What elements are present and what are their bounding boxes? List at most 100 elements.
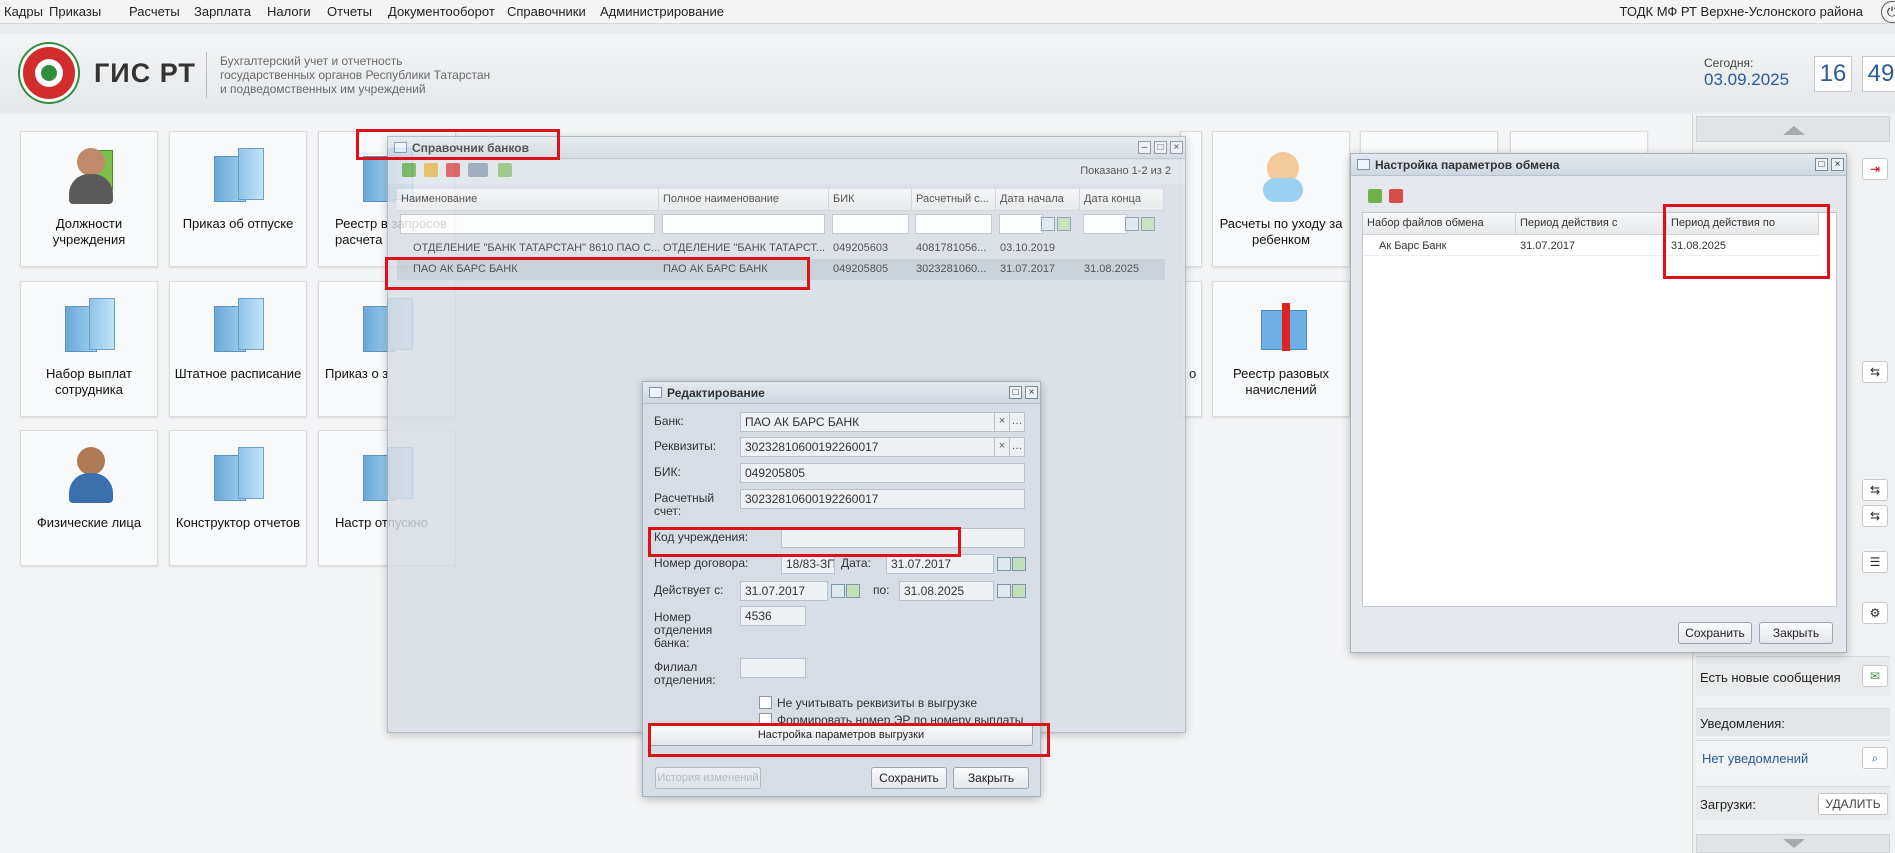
scroll-up-button[interactable] bbox=[1696, 116, 1890, 142]
menu-item-docflow[interactable]: Документооборот bbox=[388, 4, 495, 19]
message-icon[interactable]: ✉ bbox=[1862, 665, 1888, 687]
menu-item-orders[interactable]: Приказы bbox=[49, 4, 101, 19]
export-icon[interactable]: ⇆ bbox=[1862, 505, 1888, 527]
menu-item-taxes[interactable]: Налоги bbox=[267, 4, 311, 19]
clear-icon[interactable]: × bbox=[994, 437, 1010, 457]
valid-from-field[interactable]: 31.07.2017 bbox=[740, 581, 828, 601]
column-header-full-name[interactable]: Полное наименование bbox=[659, 189, 829, 211]
calendar-icon[interactable] bbox=[997, 584, 1011, 598]
delete-icon[interactable] bbox=[1389, 189, 1403, 203]
logout-icon[interactable]: ⇥ bbox=[1862, 158, 1888, 180]
edit-icon[interactable] bbox=[424, 163, 438, 177]
history-button[interactable]: История изменений bbox=[655, 767, 761, 789]
filter-bik-input[interactable] bbox=[832, 214, 909, 234]
minimize-icon[interactable]: – bbox=[1138, 141, 1151, 154]
tile-childcare[interactable]: Расчеты по уходу за ребенком bbox=[1212, 131, 1350, 267]
save-button[interactable]: Сохранить bbox=[871, 767, 947, 789]
column-header-file-set[interactable]: Набор файлов обмена bbox=[1363, 213, 1516, 235]
close-icon[interactable]: × bbox=[1025, 386, 1038, 399]
filter-start-date-input[interactable] bbox=[999, 214, 1043, 234]
column-header-start-date[interactable]: Дата начала bbox=[996, 189, 1080, 211]
branch-number-label-line: банка: bbox=[654, 636, 690, 650]
calendar-icon[interactable] bbox=[997, 557, 1011, 571]
maximize-icon[interactable]: □ bbox=[1154, 141, 1167, 154]
power-icon[interactable]: ⏻ bbox=[1881, 1, 1895, 23]
filter-account-input[interactable] bbox=[915, 214, 992, 234]
contract-field[interactable]: 18/83-ЗП bbox=[781, 554, 835, 574]
cell-bik: 049205603 bbox=[833, 242, 889, 254]
import-icon[interactable]: ⇆ bbox=[1862, 361, 1888, 383]
valid-to-label: по: bbox=[873, 583, 890, 597]
notifications-title: Уведомления: bbox=[1700, 716, 1785, 731]
exchange-save-button[interactable]: Сохранить bbox=[1678, 622, 1752, 644]
list-icon[interactable]: ☰ bbox=[1862, 551, 1888, 573]
contract-date-field[interactable]: 31.07.2017 bbox=[886, 554, 994, 574]
column-header-end-date[interactable]: Дата конца bbox=[1080, 189, 1164, 211]
table-row[interactable]: ОТДЕЛЕНИЕ "БАНК ТАТАРСТАН" 8610 ПАО С...… bbox=[397, 238, 1165, 259]
close-button[interactable]: Закрыть bbox=[953, 767, 1029, 789]
filter-end-date-input[interactable] bbox=[1083, 214, 1127, 234]
column-header-bik[interactable]: БИК bbox=[829, 189, 912, 211]
person-icon bbox=[65, 447, 115, 503]
delete-icon[interactable] bbox=[446, 163, 460, 177]
clear-icon[interactable]: × bbox=[994, 412, 1010, 432]
filter-full-name-input[interactable] bbox=[662, 214, 825, 234]
column-header-period-from[interactable]: Период действия с bbox=[1516, 213, 1667, 235]
close-icon[interactable]: × bbox=[1170, 141, 1183, 154]
today-date: 03.09.2025 bbox=[1704, 70, 1790, 89]
maximize-icon[interactable]: □ bbox=[1815, 158, 1828, 171]
tile-positions[interactable]: Должности учреждения bbox=[20, 131, 158, 267]
actions-dropdown-icon[interactable] bbox=[468, 163, 488, 177]
add-icon[interactable] bbox=[1368, 189, 1382, 203]
maximize-icon[interactable]: □ bbox=[1009, 386, 1022, 399]
browse-icon[interactable]: … bbox=[1009, 437, 1025, 457]
add-icon[interactable] bbox=[402, 163, 416, 177]
filter-apply-icon[interactable] bbox=[1141, 217, 1155, 231]
date-picker-icon[interactable] bbox=[1012, 584, 1026, 598]
scroll-down-button[interactable] bbox=[1696, 834, 1890, 853]
notifications-row: Нет уведомлений ⌕ bbox=[1696, 740, 1890, 776]
ignore-requisites-checkbox[interactable] bbox=[759, 696, 772, 709]
filter-name-input[interactable] bbox=[400, 214, 655, 234]
browse-icon[interactable]: … bbox=[1009, 412, 1025, 432]
branch-field[interactable] bbox=[740, 658, 806, 678]
tile-label: Физические лица bbox=[36, 515, 142, 530]
bik-field[interactable]: 049205805 bbox=[740, 463, 1025, 483]
search-icon[interactable]: ⌕ bbox=[1862, 747, 1888, 769]
tile-payment-set[interactable]: Набор выплат сотрудника bbox=[20, 281, 158, 417]
column-header-name[interactable]: Наименование bbox=[397, 189, 659, 211]
menu-item-references[interactable]: Справочники bbox=[507, 4, 586, 19]
tile-report-builder[interactable]: Конструктор отчетов bbox=[169, 430, 307, 566]
calendar-icon[interactable] bbox=[831, 584, 845, 598]
delete-downloads-button[interactable]: УДАЛИТЬ bbox=[1818, 793, 1888, 815]
menu-item-salary[interactable]: Зарплата bbox=[194, 4, 251, 19]
exchange-close-button[interactable]: Закрыть bbox=[1759, 622, 1833, 644]
calendar-icon[interactable] bbox=[1041, 217, 1055, 231]
calendar-icon[interactable] bbox=[1125, 217, 1139, 231]
ignore-requisites-label: Не учитывать реквизиты в выгрузке bbox=[777, 696, 978, 710]
refresh-icon[interactable] bbox=[498, 163, 512, 177]
menu-item-kadry[interactable]: Кадры bbox=[4, 4, 43, 19]
settings-icon[interactable]: ⚙ bbox=[1862, 602, 1888, 624]
tile-label: Штатное расписание bbox=[174, 366, 302, 381]
valid-to-field[interactable]: 31.08.2025 bbox=[899, 581, 994, 601]
menu-item-admin[interactable]: Администрирование bbox=[600, 4, 724, 19]
tile-one-time-accruals[interactable]: Реестр разовых начислений bbox=[1212, 281, 1350, 417]
menu-item-calculations[interactable]: Расчеты bbox=[129, 4, 180, 19]
bank-field[interactable]: ПАО АК БАРС БАНК bbox=[740, 412, 996, 432]
messages-label: Есть новые сообщения bbox=[1700, 670, 1841, 685]
column-header-account[interactable]: Расчетный с... bbox=[912, 189, 996, 211]
date-picker-icon[interactable] bbox=[1012, 557, 1026, 571]
date-picker-icon[interactable] bbox=[846, 584, 860, 598]
account-label-line: счет: bbox=[654, 504, 682, 518]
tile-vacation-order[interactable]: Приказ об отпуске bbox=[169, 131, 307, 267]
import-icon[interactable]: ⇆ bbox=[1862, 479, 1888, 501]
tile-individuals[interactable]: Физические лица bbox=[20, 430, 158, 566]
filter-apply-icon[interactable] bbox=[1057, 217, 1071, 231]
account-field[interactable]: 30232810600192260017 bbox=[740, 489, 1025, 509]
branch-number-field[interactable]: 4536 bbox=[740, 606, 806, 626]
menu-item-reports[interactable]: Отчеты bbox=[327, 4, 372, 19]
requisites-field[interactable]: 30232810600192260017 bbox=[740, 437, 996, 457]
tile-staffing[interactable]: Штатное расписание bbox=[169, 281, 307, 417]
close-icon[interactable]: × bbox=[1831, 158, 1844, 171]
